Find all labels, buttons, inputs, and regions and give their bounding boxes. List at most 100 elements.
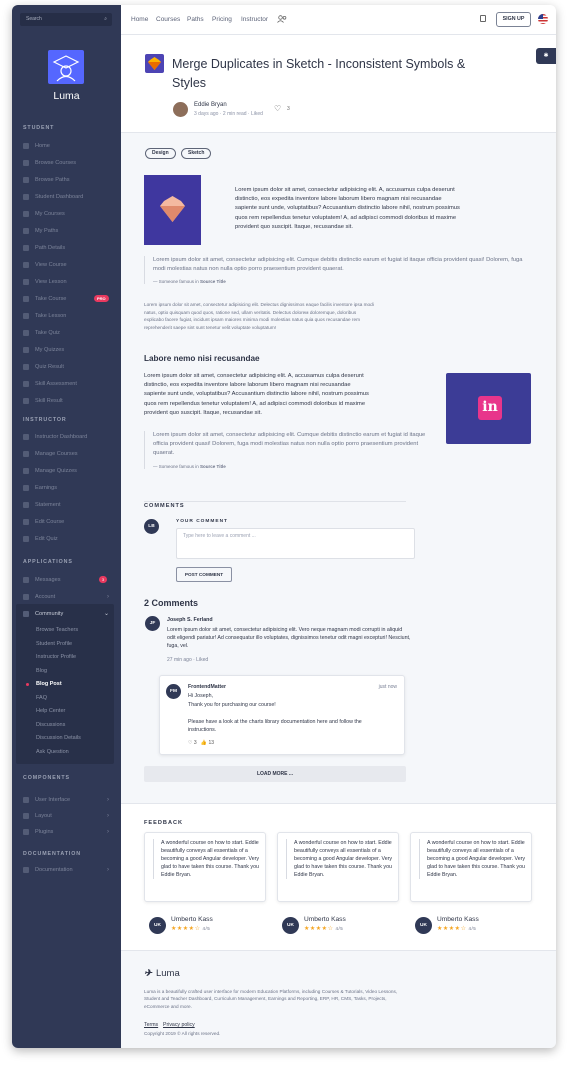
sidebar-item-browse-paths[interactable]: Browse Paths: [23, 174, 115, 185]
comment-author[interactable]: Joseph S. Ferland: [167, 617, 213, 623]
brand-logo[interactable]: [48, 50, 84, 84]
nav-instructor[interactable]: Instructor: [241, 16, 268, 23]
settings-gear-button[interactable]: ✱: [536, 48, 556, 64]
sidebar-item-community[interactable]: Community ⌄: [23, 608, 115, 619]
subnav-instructor-profile[interactable]: Instructor Profile: [36, 654, 76, 660]
author-avatar[interactable]: [173, 102, 188, 117]
lock-icon[interactable]: [480, 15, 486, 22]
sidebar-search-input[interactable]: Search ⌕: [20, 13, 112, 26]
author-name[interactable]: Eddie Bryan: [194, 102, 227, 108]
sidebar-item-student-dashboard[interactable]: Student Dashboard: [23, 191, 115, 202]
tag-design[interactable]: Design: [145, 148, 176, 159]
thumbs-up-icon[interactable]: 👍: [201, 740, 207, 746]
users-icon[interactable]: [277, 15, 287, 23]
subnav-browse-teachers[interactable]: Browse Teachers: [36, 627, 78, 633]
search-icon[interactable]: ⌕: [104, 16, 107, 22]
sidebar-item-statement[interactable]: Statement: [23, 499, 115, 510]
nav-courses[interactable]: Courses: [156, 16, 180, 23]
chevron-right-icon[interactable]: ›: [107, 797, 109, 803]
sidebar-item-edit-quiz[interactable]: Edit Quiz: [23, 533, 115, 544]
terms-link[interactable]: Terms: [144, 1022, 158, 1028]
nav-paths[interactable]: Paths: [187, 16, 204, 23]
sidebar-item-skill-result[interactable]: Skill Result: [23, 395, 115, 406]
heart-icon[interactable]: ♡: [274, 104, 281, 113]
quote-1-text: Lorem ipsum dolor sit amet, consectetur …: [153, 257, 523, 273]
reply-author[interactable]: FrontendMatter: [188, 684, 226, 690]
messages-icon: [23, 576, 29, 583]
sidebar-item-view-lesson[interactable]: View Lesson: [23, 276, 115, 287]
sidebar-item-browse-courses[interactable]: Browse Courses: [23, 157, 115, 168]
signup-button[interactable]: SIGN UP: [496, 12, 531, 27]
subnav-blog[interactable]: Blog: [36, 668, 47, 674]
sketch-image: [144, 175, 201, 245]
tag-sketch[interactable]: Sketch: [181, 148, 212, 159]
sidebar-item-my-quizzes[interactable]: My Quizzes: [23, 344, 115, 355]
cite-prefix: — Someone famous in: [153, 279, 201, 285]
comment-avatar-jf[interactable]: JF: [145, 616, 160, 631]
post-header: Merge Duplicates in Sketch - Inconsisten…: [121, 35, 556, 133]
sidebar-item-account[interactable]: Account ›: [23, 591, 115, 602]
sidebar-item-user-interface[interactable]: User Interface ›: [23, 794, 115, 805]
sidebar-item-layout[interactable]: Layout ›: [23, 810, 115, 821]
sidebar-item-skill-assessment[interactable]: Skill Assessment: [23, 378, 115, 389]
us-flag-icon[interactable]: [538, 14, 548, 24]
chevron-right-icon[interactable]: ›: [107, 594, 109, 600]
load-more-button[interactable]: LOAD MORE ...: [144, 766, 406, 782]
sidebar-item-take-lesson[interactable]: Take Lesson: [23, 310, 115, 321]
sidebar-item-take-quiz[interactable]: Take Quiz: [23, 327, 115, 338]
comment-textarea[interactable]: Type here to leave a comment ...: [176, 528, 415, 559]
sidebar-item-label: My Paths: [35, 227, 59, 234]
sidebar-item-documentation[interactable]: Documentation ›: [23, 864, 115, 875]
sidebar-item-instructor-dashboard[interactable]: Instructor Dashboard: [23, 431, 115, 442]
take-lesson-icon: [23, 312, 29, 319]
subnav-ask-question[interactable]: Ask Question: [36, 749, 69, 755]
subnav-discussion-details[interactable]: Discussion Details: [36, 735, 81, 741]
layout-icon: [23, 812, 29, 819]
reply-line-3: Please have a look at the charts library…: [188, 719, 362, 733]
feedback-card: A wonderful course on how to start. Eddi…: [277, 832, 399, 902]
sidebar-item-edit-course[interactable]: Edit Course: [23, 516, 115, 527]
star-icon: ☆: [194, 926, 201, 932]
reply-avatar-fm[interactable]: FM: [166, 684, 181, 699]
sketch-diamond-icon: [160, 196, 185, 222]
reviewer-avatar[interactable]: UK: [282, 917, 299, 934]
sidebar-item-messages[interactable]: Messages 3: [23, 574, 115, 585]
nav-pricing[interactable]: Pricing: [212, 16, 232, 23]
sidebar-item-my-courses[interactable]: My Courses: [23, 208, 115, 219]
sidebar-item-manage-quizzes[interactable]: Manage Quizzes: [23, 465, 115, 476]
heart-icon[interactable]: ♡: [188, 740, 192, 746]
sidebar-item-label: Edit Course: [35, 518, 65, 525]
footer: ✈ Luma Luma is a beautifully crafted user…: [121, 950, 556, 1048]
reviewer-avatar[interactable]: UK: [415, 917, 432, 934]
subnav-help-center[interactable]: Help Center: [36, 708, 65, 714]
sidebar-item-earnings[interactable]: Earnings: [23, 482, 115, 493]
sidebar-item-path-details[interactable]: Path Details: [23, 242, 115, 253]
subnav-faq[interactable]: FAQ: [36, 695, 47, 701]
subnav-discussions[interactable]: Discussions: [36, 722, 65, 728]
post-comment-button[interactable]: POST COMMENT: [176, 567, 232, 582]
reviewer-name[interactable]: Umberto Kass: [304, 916, 346, 923]
reviewer-name[interactable]: Umberto Kass: [437, 916, 479, 923]
sidebar-item-label: Take Lesson: [35, 312, 67, 319]
sidebar-item-manage-courses[interactable]: Manage Courses: [23, 448, 115, 459]
nav-home[interactable]: Home: [131, 16, 148, 23]
subnav-student-profile[interactable]: Student Profile: [36, 641, 72, 647]
subnav-blog-post[interactable]: Blog Post: [36, 681, 62, 687]
sidebar-item-my-paths[interactable]: My Paths: [23, 225, 115, 236]
chevron-right-icon[interactable]: ›: [107, 867, 109, 873]
sidebar-item-quiz-result[interactable]: Quiz Result: [23, 361, 115, 372]
privacy-link[interactable]: Privacy policy: [163, 1022, 195, 1028]
chevron-right-icon[interactable]: ›: [107, 813, 109, 819]
reviewer-name[interactable]: Umberto Kass: [171, 916, 213, 923]
reviewer-avatar[interactable]: UK: [149, 917, 166, 934]
star-icon: ☆: [327, 926, 334, 932]
sidebar-item-home[interactable]: Home: [23, 140, 115, 151]
chevron-right-icon[interactable]: ›: [107, 829, 109, 835]
app-window: Search ⌕ Luma STUDENT Home Browse Courses…: [12, 5, 556, 1048]
sidebar-item-plugins[interactable]: Plugins ›: [23, 826, 115, 837]
sidebar-item-label: Browse Courses: [35, 159, 77, 166]
gear-icon: ✱: [543, 53, 549, 59]
chevron-down-icon[interactable]: ⌄: [104, 610, 109, 617]
sidebar-item-view-course[interactable]: View Course: [23, 259, 115, 270]
sidebar-item-take-course[interactable]: Take Course PRO: [23, 293, 115, 304]
